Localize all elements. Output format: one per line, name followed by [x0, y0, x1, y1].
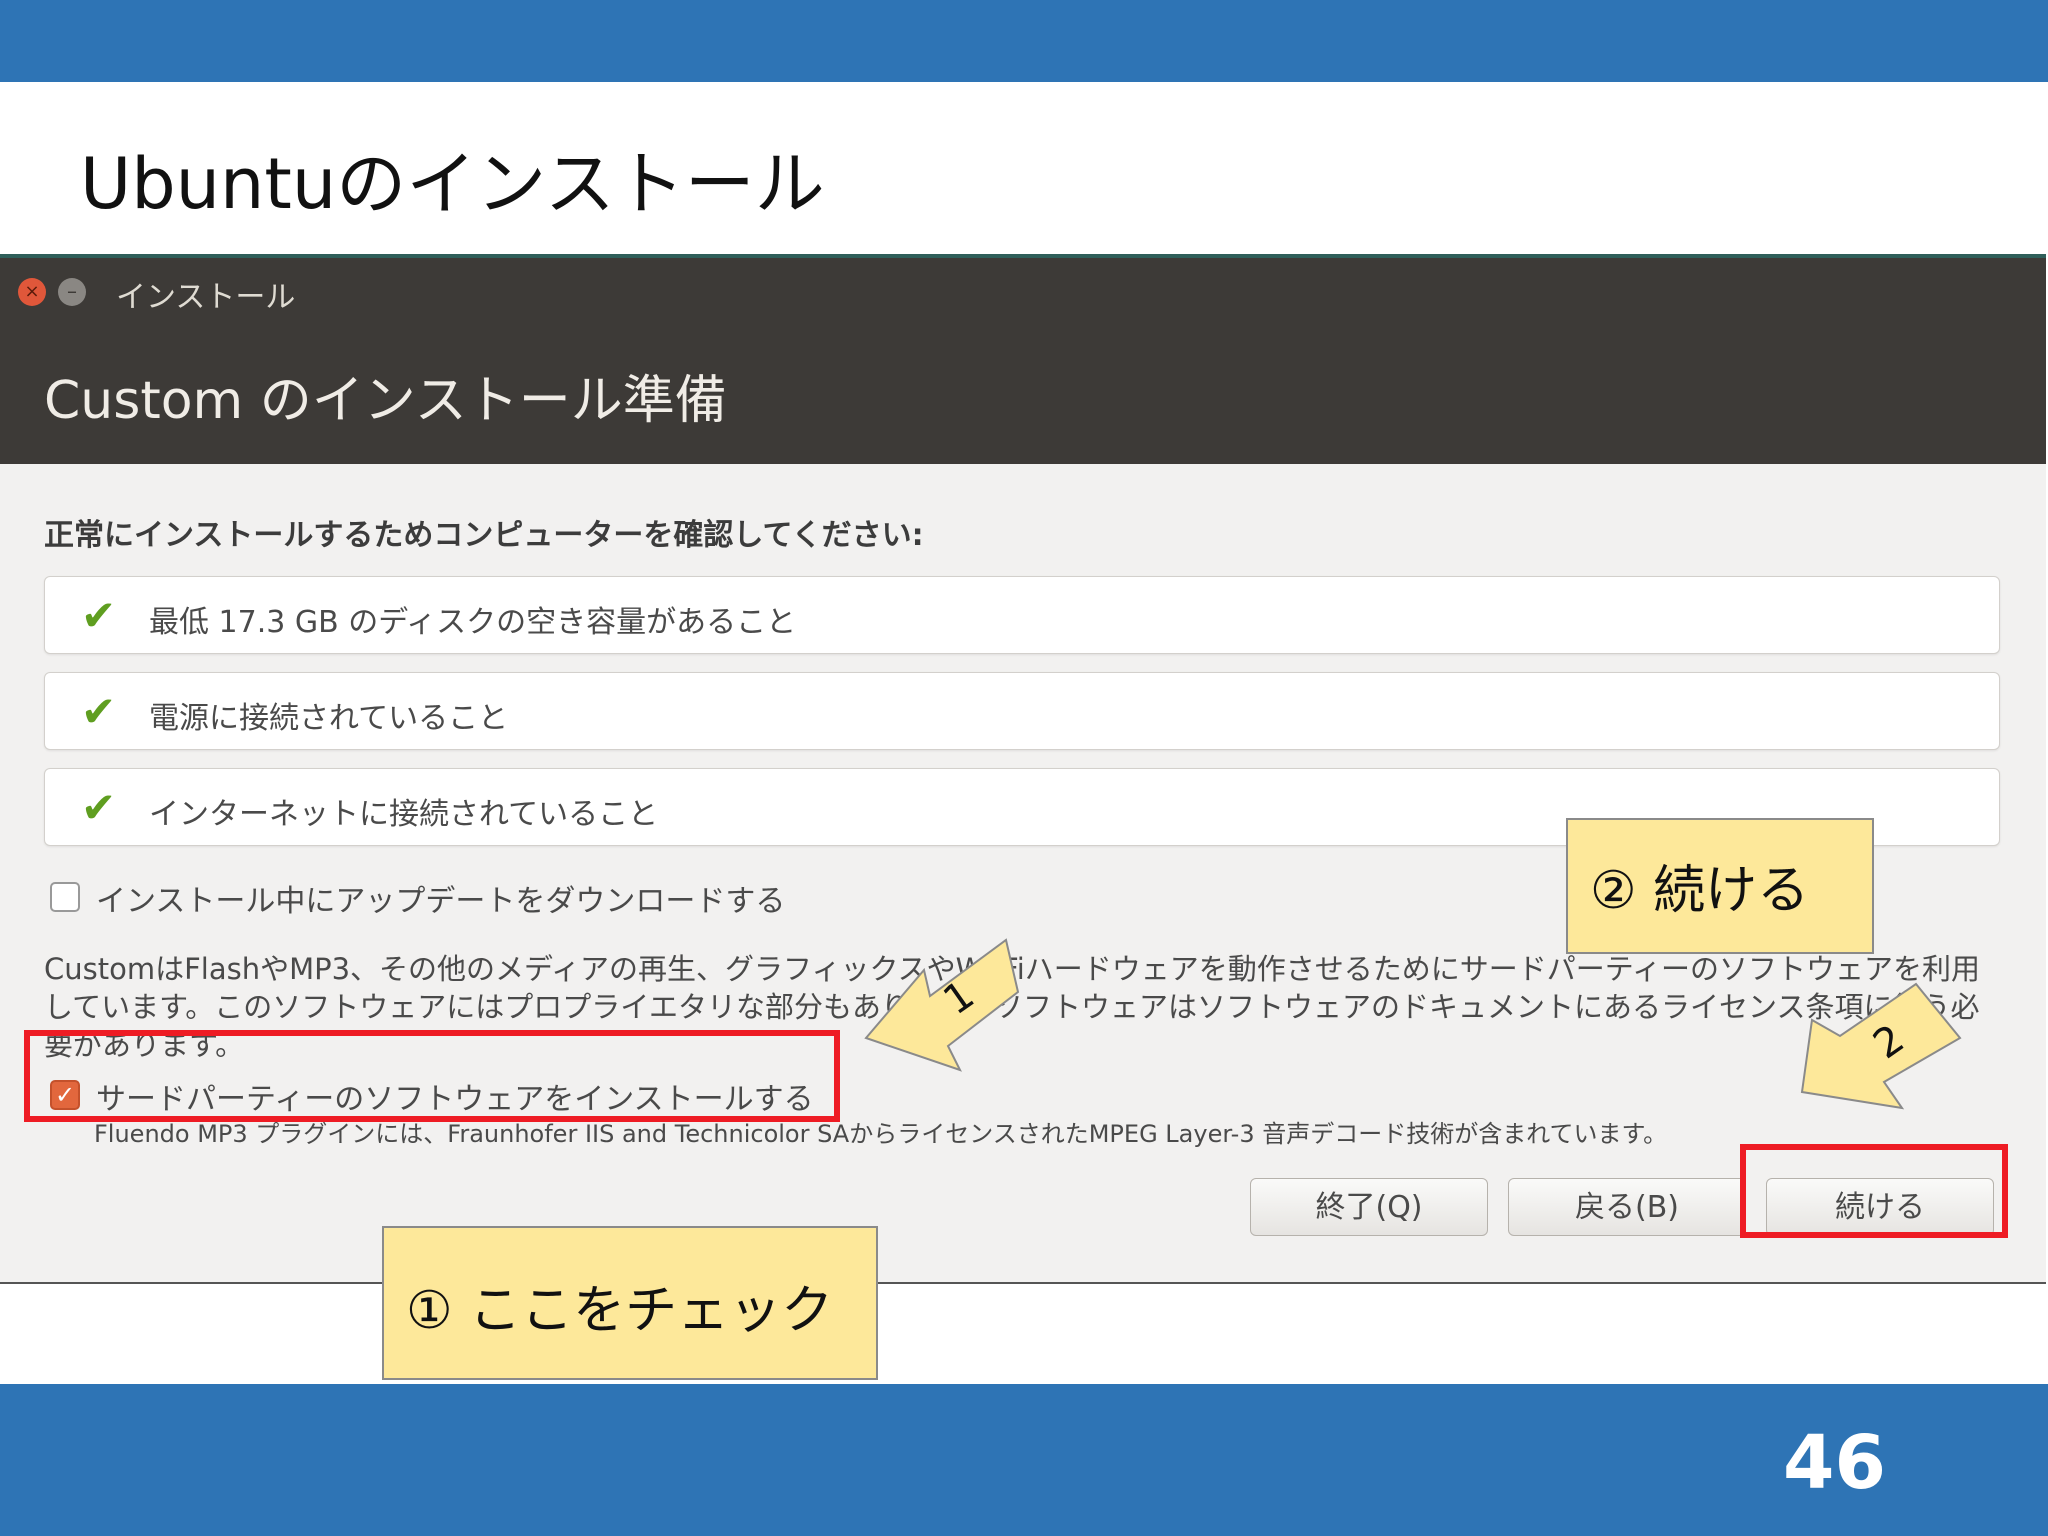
check-ok-icon: ✔: [81, 783, 117, 832]
highlight-continue: [1740, 1144, 2008, 1238]
slide-title: Ubuntuのインストール: [80, 143, 825, 225]
minimize-window-icon[interactable]: –: [58, 278, 86, 306]
check-ok-icon: ✔: [81, 687, 117, 736]
requirement-row-disk: ✔ 最低 17.3 GB のディスクの空き容量があること: [44, 576, 2000, 654]
top-banner: [0, 0, 2048, 82]
installer-window: × – インストール Custom のインストール準備 正常にインストールするた…: [0, 254, 2046, 1284]
arrow-1-icon: 1: [864, 938, 1020, 1072]
requirement-text: 電源に接続されていること: [149, 701, 509, 736]
highlight-third-party: [24, 1030, 840, 1122]
close-window-icon[interactable]: ×: [18, 278, 46, 306]
bottom-banner: [0, 1384, 2048, 1536]
title-bar: × – インストール: [0, 258, 2046, 318]
check-ok-icon: ✔: [81, 591, 117, 640]
requirements-heading: 正常にインストールするためコンピューターを確認してください:: [44, 518, 924, 553]
quit-button[interactable]: 終了(Q): [1250, 1178, 1488, 1236]
download-updates-label[interactable]: インストール中にアップデートをダウンロードする: [96, 876, 785, 920]
page-number: 46: [1783, 1420, 1886, 1506]
download-updates-checkbox[interactable]: [50, 882, 80, 912]
installer-header-title: Custom のインストール準備: [44, 371, 727, 431]
installer-header: Custom のインストール準備: [0, 318, 2046, 464]
back-button[interactable]: 戻る(B): [1508, 1178, 1746, 1236]
requirement-row-power: ✔ 電源に接続されていること: [44, 672, 2000, 750]
window-title: インストール: [116, 280, 296, 315]
requirement-text: インターネットに接続されていること: [149, 797, 659, 832]
callout-check-here: ① ここをチェック: [382, 1226, 878, 1380]
requirement-text: 最低 17.3 GB のディスクの空き容量があること: [149, 605, 797, 640]
arrow-2-icon: 2: [1800, 982, 1962, 1110]
callout-continue: ② 続ける: [1566, 818, 1874, 954]
